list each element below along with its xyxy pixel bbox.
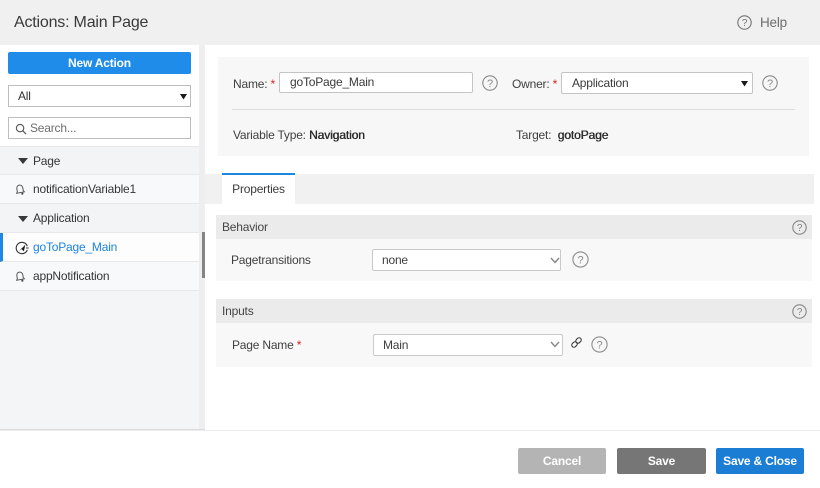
svg-text:?: ? <box>487 78 493 90</box>
svg-text:?: ? <box>797 307 803 318</box>
svg-text:?: ? <box>767 78 773 90</box>
svg-text:?: ? <box>797 223 803 234</box>
svg-text:?: ? <box>597 340 603 352</box>
svg-text:?: ? <box>578 255 584 267</box>
svg-text:?: ? <box>742 18 748 29</box>
